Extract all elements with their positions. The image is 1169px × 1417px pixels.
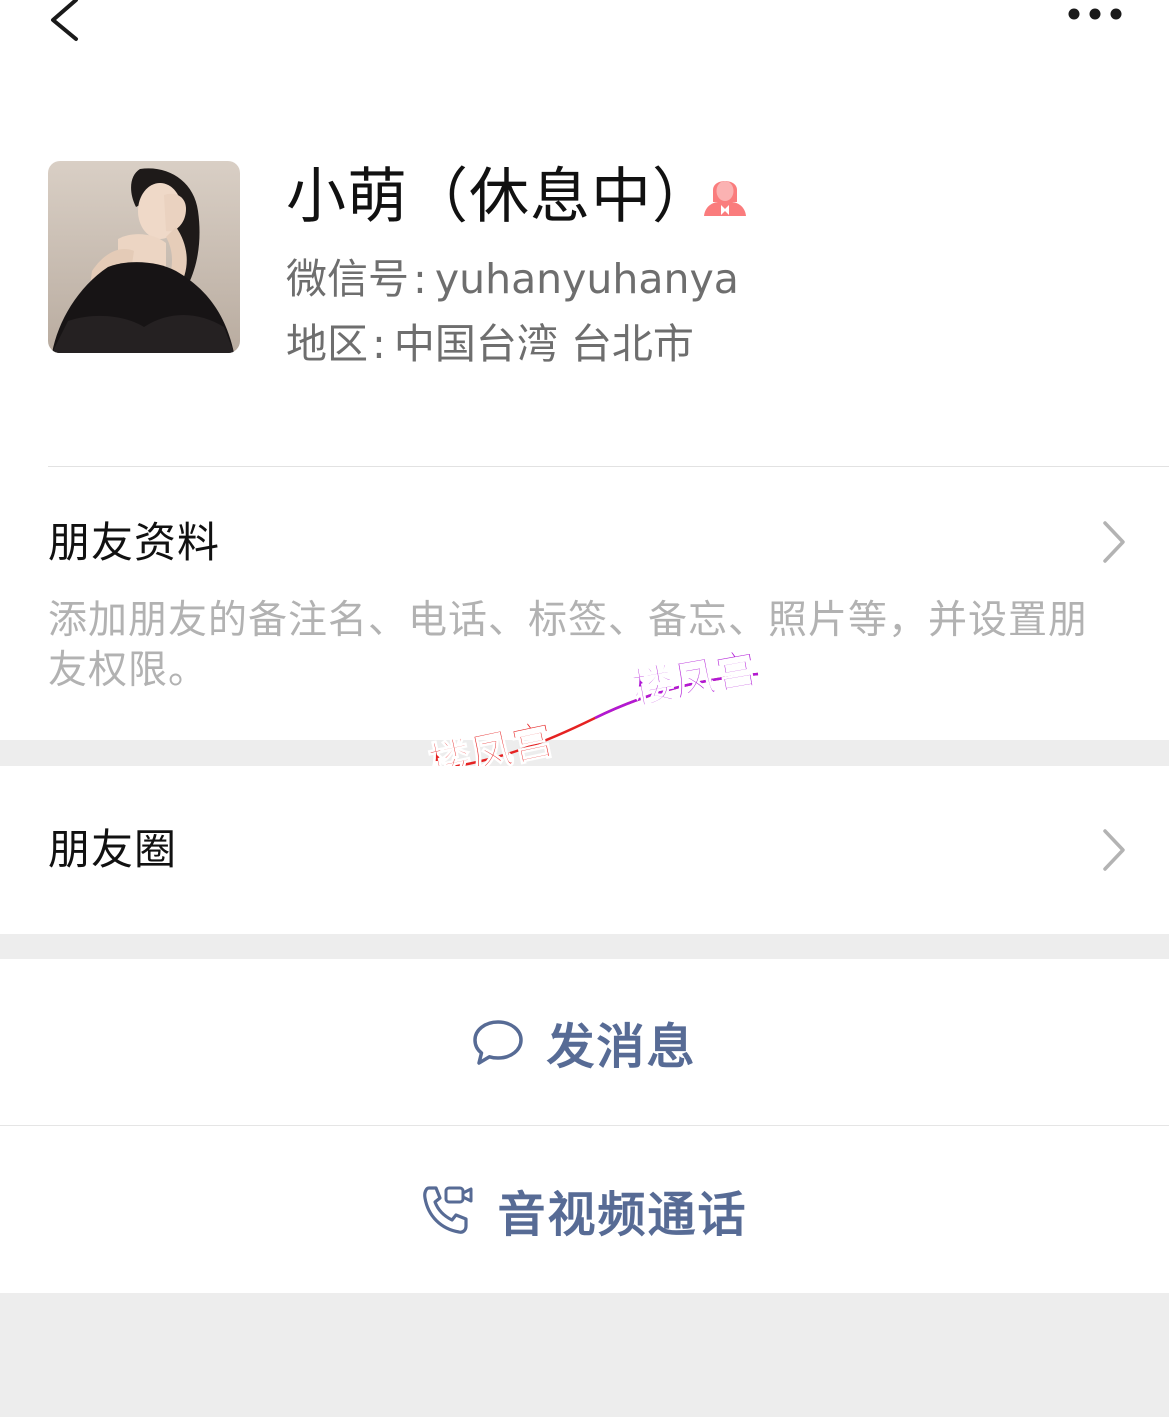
- more-dots-icon: [1068, 8, 1122, 20]
- chevron-right-icon: [1103, 521, 1125, 563]
- chat-bubble-icon: [473, 1020, 524, 1065]
- wechat-id-label: 微信号: [286, 255, 409, 303]
- friend-info-description: 添加朋友的备注名、电话、标签、备忘、照片等，并设置朋友权限。: [48, 598, 1089, 693]
- video-call-button[interactable]: 音视频通话: [0, 1126, 1169, 1293]
- profile-header-card: 小萌（休息中） 微信号: yuhanyuhanya 地区: 中国台湾 台北市 朋友资…: [0, 0, 1169, 740]
- wechat-id-value: yuhanyuhanya: [434, 255, 739, 303]
- phone-video-icon: [423, 1185, 473, 1234]
- profile-photo: [48, 161, 240, 353]
- contact-name: 小萌（休息中）: [286, 162, 713, 232]
- send-message-button[interactable]: 发消息: [0, 959, 1169, 1125]
- send-message-label: 发消息: [546, 1019, 697, 1075]
- female-person-icon: [704, 181, 746, 216]
- divider: [48, 466, 1169, 467]
- more-button[interactable]: [1060, 0, 1132, 32]
- video-call-label: 音视频通话: [497, 1186, 748, 1243]
- friend-info-title[interactable]: 朋友资料: [48, 515, 220, 571]
- region-label: 地区: [286, 320, 368, 368]
- moments-title[interactable]: 朋友圈: [48, 822, 177, 878]
- wechat-id-row: 微信号: yuhanyuhanya: [286, 255, 739, 303]
- avatar[interactable]: [48, 161, 240, 353]
- chevron-right-icon: [1103, 829, 1125, 871]
- moments-item[interactable]: 朋友圈: [0, 766, 1169, 934]
- chevron-left-icon: [51, 0, 78, 41]
- back-button[interactable]: [40, 0, 90, 44]
- region-row: 地区: 中国台湾 台北市: [286, 320, 694, 368]
- region-value: 中国台湾 台北市: [393, 320, 694, 368]
